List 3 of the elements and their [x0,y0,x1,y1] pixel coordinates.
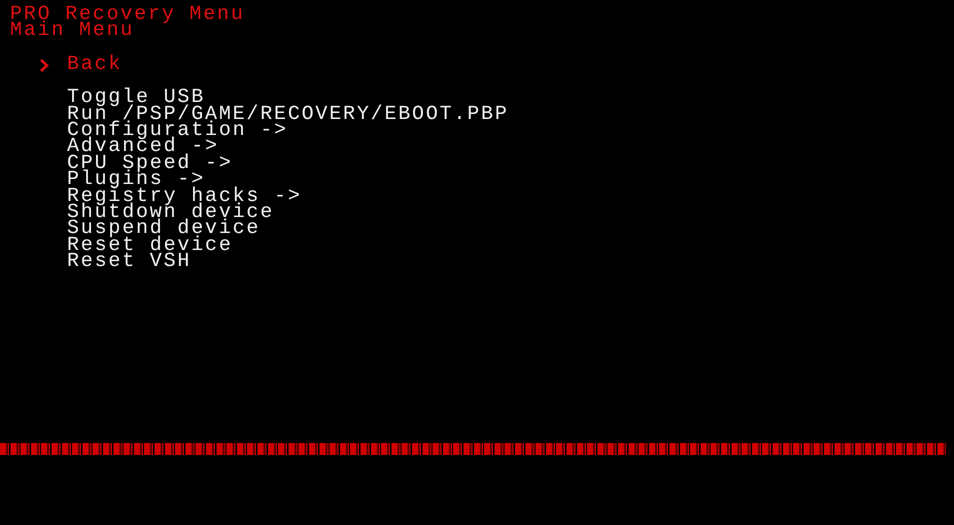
menu-subtitle: Main Menu [10,23,134,40]
menu-item[interactable]: Back [67,56,122,74]
menu-item[interactable]: Reset VSH [67,254,192,271]
